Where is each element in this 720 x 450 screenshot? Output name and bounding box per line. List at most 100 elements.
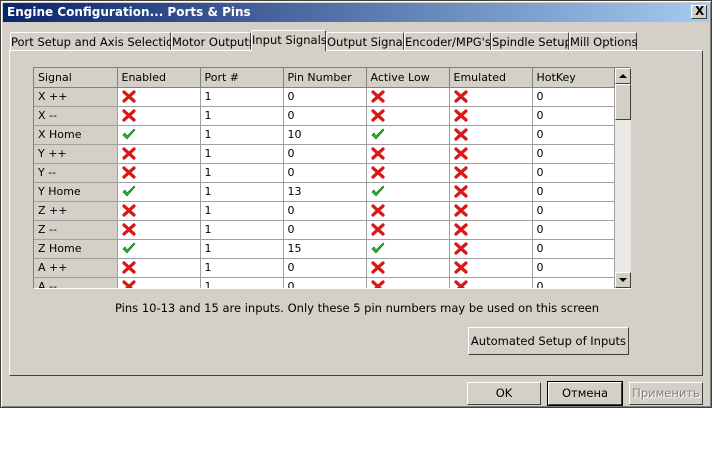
port-cell[interactable]: 1 bbox=[200, 239, 284, 259]
vertical-scrollbar[interactable] bbox=[615, 68, 631, 288]
emulated-cell[interactable] bbox=[449, 239, 533, 259]
tab-output-signals[interactable]: Output Signals bbox=[326, 32, 412, 50]
signal-cell[interactable]: A -- bbox=[34, 277, 118, 288]
active-low-cell[interactable] bbox=[366, 258, 450, 278]
emulated-cell[interactable] bbox=[449, 201, 533, 221]
enabled-cell[interactable] bbox=[117, 258, 201, 278]
hotkey-cell[interactable]: 0 bbox=[532, 239, 615, 259]
table-row[interactable]: Z ++ 1 0 0 bbox=[34, 201, 615, 221]
hotkey-cell[interactable]: 0 bbox=[532, 144, 615, 164]
title-bar[interactable]: Engine Configuration... Ports & Pins X bbox=[3, 3, 709, 22]
signal-cell[interactable]: Y Home bbox=[34, 182, 118, 202]
active-low-cell[interactable] bbox=[366, 277, 450, 288]
table-row[interactable]: Y Home 1 13 0 bbox=[34, 182, 615, 202]
col-header-pin-number[interactable]: Pin Number bbox=[283, 68, 367, 88]
col-header-emulated[interactable]: Emulated bbox=[449, 68, 533, 88]
port-cell[interactable]: 1 bbox=[200, 125, 284, 145]
emulated-cell[interactable] bbox=[449, 125, 533, 145]
tab-motor-outputs[interactable]: Motor Outputs bbox=[171, 32, 255, 50]
signal-cell[interactable]: Z Home bbox=[34, 239, 118, 259]
port-cell[interactable]: 1 bbox=[200, 87, 284, 107]
port-cell[interactable]: 1 bbox=[200, 258, 284, 278]
input-signals-grid[interactable]: Signal Enabled Port # Pin Number Active … bbox=[33, 67, 631, 289]
signal-cell[interactable]: Y ++ bbox=[34, 144, 118, 164]
port-cell[interactable]: 1 bbox=[200, 277, 284, 288]
hotkey-cell[interactable]: 0 bbox=[532, 277, 615, 288]
active-low-cell[interactable] bbox=[366, 239, 450, 259]
tab-input-signals[interactable]: Input Signals bbox=[251, 30, 327, 51]
tab-mill-options[interactable]: Mill Options bbox=[569, 32, 638, 50]
table-row[interactable]: Y ++ 1 0 0 bbox=[34, 144, 615, 164]
enabled-cell[interactable] bbox=[117, 106, 201, 126]
enabled-cell[interactable] bbox=[117, 201, 201, 221]
active-low-cell[interactable] bbox=[366, 220, 450, 240]
signal-cell[interactable]: X -- bbox=[34, 106, 118, 126]
pin-number-cell[interactable]: 0 bbox=[283, 87, 367, 107]
enabled-cell[interactable] bbox=[117, 182, 201, 202]
cancel-button[interactable]: Отмена bbox=[547, 381, 623, 406]
pin-number-cell[interactable]: 0 bbox=[283, 201, 367, 221]
port-cell[interactable]: 1 bbox=[200, 163, 284, 183]
emulated-cell[interactable] bbox=[449, 106, 533, 126]
table-row[interactable]: X ++ 1 0 0 bbox=[34, 87, 615, 107]
active-low-cell[interactable] bbox=[366, 144, 450, 164]
ok-button[interactable]: OK bbox=[467, 382, 541, 405]
table-row[interactable]: A ++ 1 0 0 bbox=[34, 258, 615, 278]
hotkey-cell[interactable]: 0 bbox=[532, 182, 615, 202]
table-row[interactable]: X -- 1 0 0 bbox=[34, 106, 615, 126]
active-low-cell[interactable] bbox=[366, 182, 450, 202]
hotkey-cell[interactable]: 0 bbox=[532, 201, 615, 221]
close-button[interactable]: X bbox=[691, 4, 707, 19]
automated-setup-button[interactable]: Automated Setup of Inputs bbox=[468, 327, 629, 355]
port-cell[interactable]: 1 bbox=[200, 106, 284, 126]
signal-cell[interactable]: Y -- bbox=[34, 163, 118, 183]
signal-cell[interactable]: Z ++ bbox=[34, 201, 118, 221]
emulated-cell[interactable] bbox=[449, 220, 533, 240]
active-low-cell[interactable] bbox=[366, 125, 450, 145]
scroll-down-button[interactable] bbox=[615, 272, 631, 288]
table-row[interactable]: Z Home 1 15 0 bbox=[34, 239, 615, 259]
col-header-hotkey[interactable]: HotKey bbox=[532, 68, 615, 88]
hotkey-cell[interactable]: 0 bbox=[532, 106, 615, 126]
active-low-cell[interactable] bbox=[366, 163, 450, 183]
emulated-cell[interactable] bbox=[449, 182, 533, 202]
apply-button[interactable]: Применить bbox=[629, 382, 703, 405]
signal-cell[interactable]: X ++ bbox=[34, 87, 118, 107]
pin-number-cell[interactable]: 13 bbox=[283, 182, 367, 202]
pin-number-cell[interactable]: 0 bbox=[283, 106, 367, 126]
active-low-cell[interactable] bbox=[366, 201, 450, 221]
emulated-cell[interactable] bbox=[449, 277, 533, 288]
scroll-thumb[interactable] bbox=[615, 84, 631, 120]
signal-cell[interactable]: X Home bbox=[34, 125, 118, 145]
enabled-cell[interactable] bbox=[117, 125, 201, 145]
col-header-enabled[interactable]: Enabled bbox=[117, 68, 201, 88]
hotkey-cell[interactable]: 0 bbox=[532, 258, 615, 278]
col-header-active-low[interactable]: Active Low bbox=[366, 68, 450, 88]
table-row[interactable]: X Home 1 10 0 bbox=[34, 125, 615, 145]
pin-number-cell[interactable]: 0 bbox=[283, 277, 367, 288]
emulated-cell[interactable] bbox=[449, 163, 533, 183]
table-row[interactable]: Z -- 1 0 0 bbox=[34, 220, 615, 240]
signal-cell[interactable]: Z -- bbox=[34, 220, 118, 240]
port-cell[interactable]: 1 bbox=[200, 220, 284, 240]
enabled-cell[interactable] bbox=[117, 277, 201, 288]
port-cell[interactable]: 1 bbox=[200, 182, 284, 202]
pin-number-cell[interactable]: 15 bbox=[283, 239, 367, 259]
enabled-cell[interactable] bbox=[117, 220, 201, 240]
emulated-cell[interactable] bbox=[449, 258, 533, 278]
enabled-cell[interactable] bbox=[117, 239, 201, 259]
port-cell[interactable]: 1 bbox=[200, 201, 284, 221]
hotkey-cell[interactable]: 0 bbox=[532, 163, 615, 183]
hotkey-cell[interactable]: 0 bbox=[532, 125, 615, 145]
hotkey-cell[interactable]: 0 bbox=[532, 220, 615, 240]
pin-number-cell[interactable]: 0 bbox=[283, 144, 367, 164]
enabled-cell[interactable] bbox=[117, 144, 201, 164]
signal-cell[interactable]: A ++ bbox=[34, 258, 118, 278]
table-row[interactable]: A -- 1 0 0 bbox=[34, 277, 615, 288]
col-header-port[interactable]: Port # bbox=[200, 68, 284, 88]
tab-spindle-setup[interactable]: Spindle Setup bbox=[491, 32, 572, 50]
tab-port-setup[interactable]: Port Setup and Axis Selection bbox=[10, 32, 180, 50]
emulated-cell[interactable] bbox=[449, 144, 533, 164]
emulated-cell[interactable] bbox=[449, 87, 533, 107]
port-cell[interactable]: 1 bbox=[200, 144, 284, 164]
